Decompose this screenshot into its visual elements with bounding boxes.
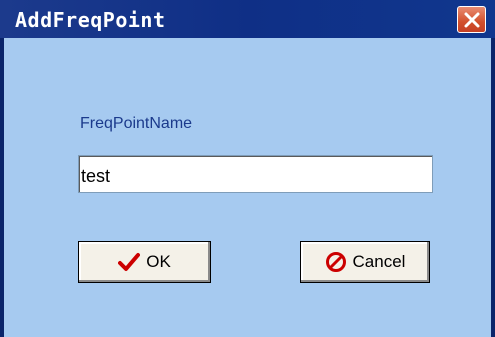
ok-button-label: OK — [146, 252, 171, 271]
ok-button[interactable]: OK — [78, 241, 211, 283]
checkmark-icon — [118, 252, 141, 272]
add-freq-point-dialog: AddFreqPoint FreqPointName OK Cancel — [0, 0, 495, 337]
cancel-button-label: Cancel — [352, 252, 406, 271]
cancel-button[interactable]: Cancel — [300, 241, 430, 283]
window-title: AddFreqPoint — [15, 8, 166, 32]
freq-point-name-label: FreqPointName — [80, 115, 193, 132]
prohibited-icon — [325, 251, 347, 273]
title-bar[interactable]: AddFreqPoint — [0, 0, 495, 38]
close-icon — [464, 12, 479, 27]
close-button[interactable] — [457, 6, 486, 33]
freq-point-name-input[interactable] — [78, 155, 433, 193]
window-border-right — [491, 38, 495, 337]
